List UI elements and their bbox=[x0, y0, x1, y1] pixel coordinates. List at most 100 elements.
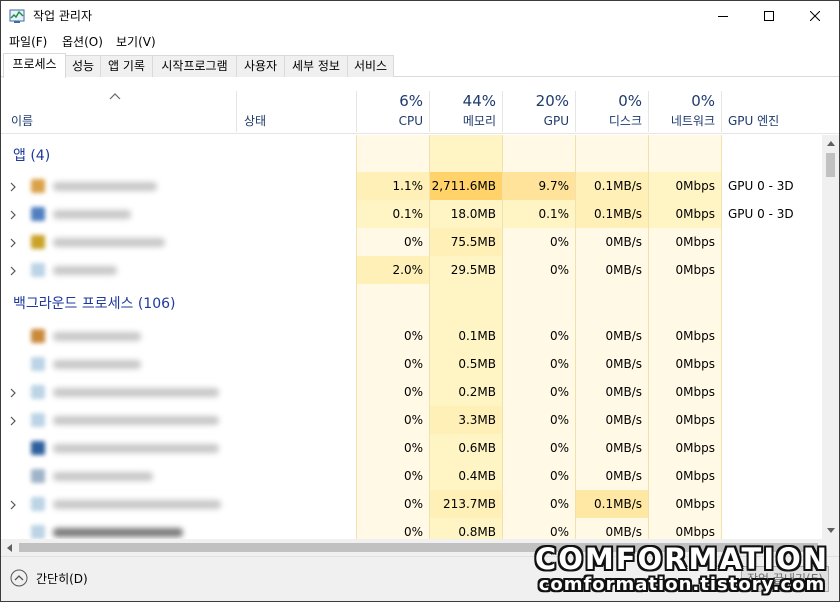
process-icon bbox=[31, 469, 45, 483]
cell-disk: 0MB/s bbox=[605, 329, 642, 343]
table-row[interactable]: 0% 3.3MB 0% 0MB/s 0Mbps bbox=[1, 406, 822, 434]
cell-disk: 0MB/s bbox=[605, 525, 642, 539]
cell-network: 0Mbps bbox=[675, 413, 715, 427]
column-gpu-engine[interactable]: GPU 엔진 bbox=[728, 114, 779, 128]
close-button[interactable] bbox=[792, 1, 838, 31]
process-name-redacted bbox=[53, 238, 165, 247]
expand-chevron-icon[interactable] bbox=[10, 499, 17, 510]
group-header-background[interactable]: 백그라운드 프로세스 (106) bbox=[1, 290, 822, 320]
column-gpu-percent[interactable]: 20% bbox=[503, 92, 569, 110]
tab-services[interactable]: 서비스 bbox=[347, 55, 394, 77]
table-row[interactable]: 1.1% 2,711.6MB 9.7% 0.1MB/s 0Mbps GPU 0 … bbox=[1, 172, 822, 200]
expand-chevron-icon[interactable] bbox=[10, 181, 17, 192]
process-name-redacted bbox=[53, 472, 153, 481]
process-name-redacted bbox=[53, 444, 219, 453]
cell-network: 0Mbps bbox=[675, 469, 715, 483]
menu-options[interactable]: 옵션(O) bbox=[62, 34, 103, 50]
collapse-chevron-icon[interactable] bbox=[10, 569, 28, 587]
sort-ascending-icon bbox=[109, 89, 121, 100]
expand-chevron-icon[interactable] bbox=[10, 237, 17, 248]
cell-cpu: 0% bbox=[403, 235, 423, 249]
column-network[interactable]: 네트워크 bbox=[649, 114, 715, 128]
table-row[interactable]: 0% 75.5MB 0% 0MB/s 0Mbps bbox=[1, 228, 822, 256]
tab-performance[interactable]: 성능 bbox=[65, 55, 101, 77]
tab-processes[interactable]: 프로세스 bbox=[3, 53, 66, 78]
expand-chevron-icon[interactable] bbox=[10, 415, 17, 426]
process-name-redacted bbox=[53, 210, 131, 219]
cell-gpu: 0% bbox=[549, 263, 569, 277]
table-row[interactable]: 0% 0.5MB 0% 0MB/s 0Mbps bbox=[1, 350, 822, 378]
column-disk[interactable]: 디스크 bbox=[576, 114, 642, 128]
column-cpu-percent[interactable]: 6% bbox=[357, 92, 423, 110]
cell-network: 0Mbps bbox=[675, 357, 715, 371]
menu-file[interactable]: 파일(F) bbox=[9, 34, 47, 50]
cell-memory: 0.2MB bbox=[458, 385, 496, 399]
minimize-button[interactable] bbox=[700, 1, 746, 31]
column-memory-percent[interactable]: 44% bbox=[430, 92, 496, 110]
process-icon bbox=[31, 497, 45, 511]
app-icon bbox=[31, 207, 45, 221]
column-memory[interactable]: 메모리 bbox=[430, 114, 496, 128]
fewer-details-link[interactable]: 간단히(D) bbox=[36, 571, 88, 587]
column-gpu[interactable]: GPU bbox=[503, 114, 569, 128]
cell-gpu: 0% bbox=[549, 413, 569, 427]
vertical-scrollbar[interactable] bbox=[822, 135, 839, 539]
expand-chevron-icon[interactable] bbox=[10, 209, 17, 220]
tab-app-history[interactable]: 앱 기록 bbox=[100, 55, 153, 77]
table-row[interactable]: 0% 0.8MB 0% 0MB/s 0Mbps bbox=[1, 518, 822, 539]
cell-disk: 0MB/s bbox=[605, 385, 642, 399]
process-name-redacted bbox=[53, 332, 141, 341]
table-row[interactable]: 2.0% 29.5MB 0% 0MB/s 0Mbps bbox=[1, 256, 822, 284]
cell-gpu: 0% bbox=[549, 497, 569, 511]
cell-cpu: 0% bbox=[403, 329, 423, 343]
table-row[interactable]: 0% 213.7MB 0% 0.1MB/s 0Mbps bbox=[1, 490, 822, 518]
menu-view[interactable]: 보기(V) bbox=[116, 34, 156, 50]
scroll-left-icon[interactable] bbox=[1, 539, 18, 556]
tab-users[interactable]: 사용자 bbox=[236, 55, 285, 77]
cell-gpu: 0% bbox=[549, 385, 569, 399]
tab-startup[interactable]: 시작프로그램 bbox=[152, 55, 237, 77]
vertical-scroll-thumb[interactable] bbox=[826, 153, 835, 177]
column-cpu[interactable]: CPU bbox=[357, 114, 423, 128]
table-row[interactable]: 0% 0.6MB 0% 0MB/s 0Mbps bbox=[1, 434, 822, 462]
process-name-redacted bbox=[53, 388, 219, 397]
expand-chevron-icon[interactable] bbox=[10, 265, 17, 276]
cell-cpu: 0% bbox=[403, 525, 423, 539]
tab-details[interactable]: 세부 정보 bbox=[284, 55, 348, 77]
column-network-percent[interactable]: 0% bbox=[649, 92, 715, 110]
scroll-down-icon[interactable] bbox=[822, 522, 839, 539]
cell-gpu-engine: GPU 0 - 3D bbox=[728, 207, 794, 221]
column-status[interactable]: 상태 bbox=[244, 114, 266, 128]
maximize-button[interactable] bbox=[746, 1, 792, 31]
cell-disk: 0.1MB/s bbox=[594, 179, 642, 193]
cell-gpu: 0% bbox=[549, 469, 569, 483]
process-name-redacted bbox=[53, 266, 117, 275]
cell-gpu: 0% bbox=[549, 235, 569, 249]
cell-gpu: 9.7% bbox=[538, 179, 570, 193]
column-disk-percent[interactable]: 0% bbox=[576, 92, 642, 110]
menu-bar: 파일(F) 옵션(O) 보기(V) bbox=[1, 31, 839, 53]
cell-disk: 0MB/s bbox=[605, 469, 642, 483]
process-name-redacted bbox=[53, 182, 157, 191]
cell-cpu: 0% bbox=[403, 357, 423, 371]
process-icon bbox=[31, 525, 45, 539]
watermark-brand: COMFORMATION bbox=[534, 542, 830, 576]
table-row[interactable]: 0.1% 18.0MB 0.1% 0.1MB/s 0Mbps GPU 0 - 3… bbox=[1, 200, 822, 228]
process-name-redacted bbox=[53, 360, 141, 369]
process-list: 앱 (4) 1.1% 2,711.6MB 9.7% 0.1MB/s 0Mbps … bbox=[1, 135, 822, 539]
group-header-apps[interactable]: 앱 (4) bbox=[1, 141, 822, 171]
column-name[interactable]: 이름 bbox=[11, 114, 33, 128]
table-row[interactable]: 0% 0.1MB 0% 0MB/s 0Mbps bbox=[1, 322, 822, 350]
window-title: 작업 관리자 bbox=[33, 9, 93, 23]
app-icon bbox=[31, 179, 45, 193]
cell-disk: 0.1MB/s bbox=[594, 207, 642, 221]
expand-chevron-icon[interactable] bbox=[10, 387, 17, 398]
process-icon bbox=[31, 329, 45, 343]
app-icon bbox=[31, 263, 45, 277]
scroll-up-icon[interactable] bbox=[822, 135, 839, 152]
table-row[interactable]: 0% 0.4MB 0% 0MB/s 0Mbps bbox=[1, 462, 822, 490]
cell-disk: 0MB/s bbox=[605, 441, 642, 455]
table-row[interactable]: 0% 0.2MB 0% 0MB/s 0Mbps bbox=[1, 378, 822, 406]
minimize-icon bbox=[718, 16, 728, 17]
cell-disk: 0MB/s bbox=[605, 357, 642, 371]
